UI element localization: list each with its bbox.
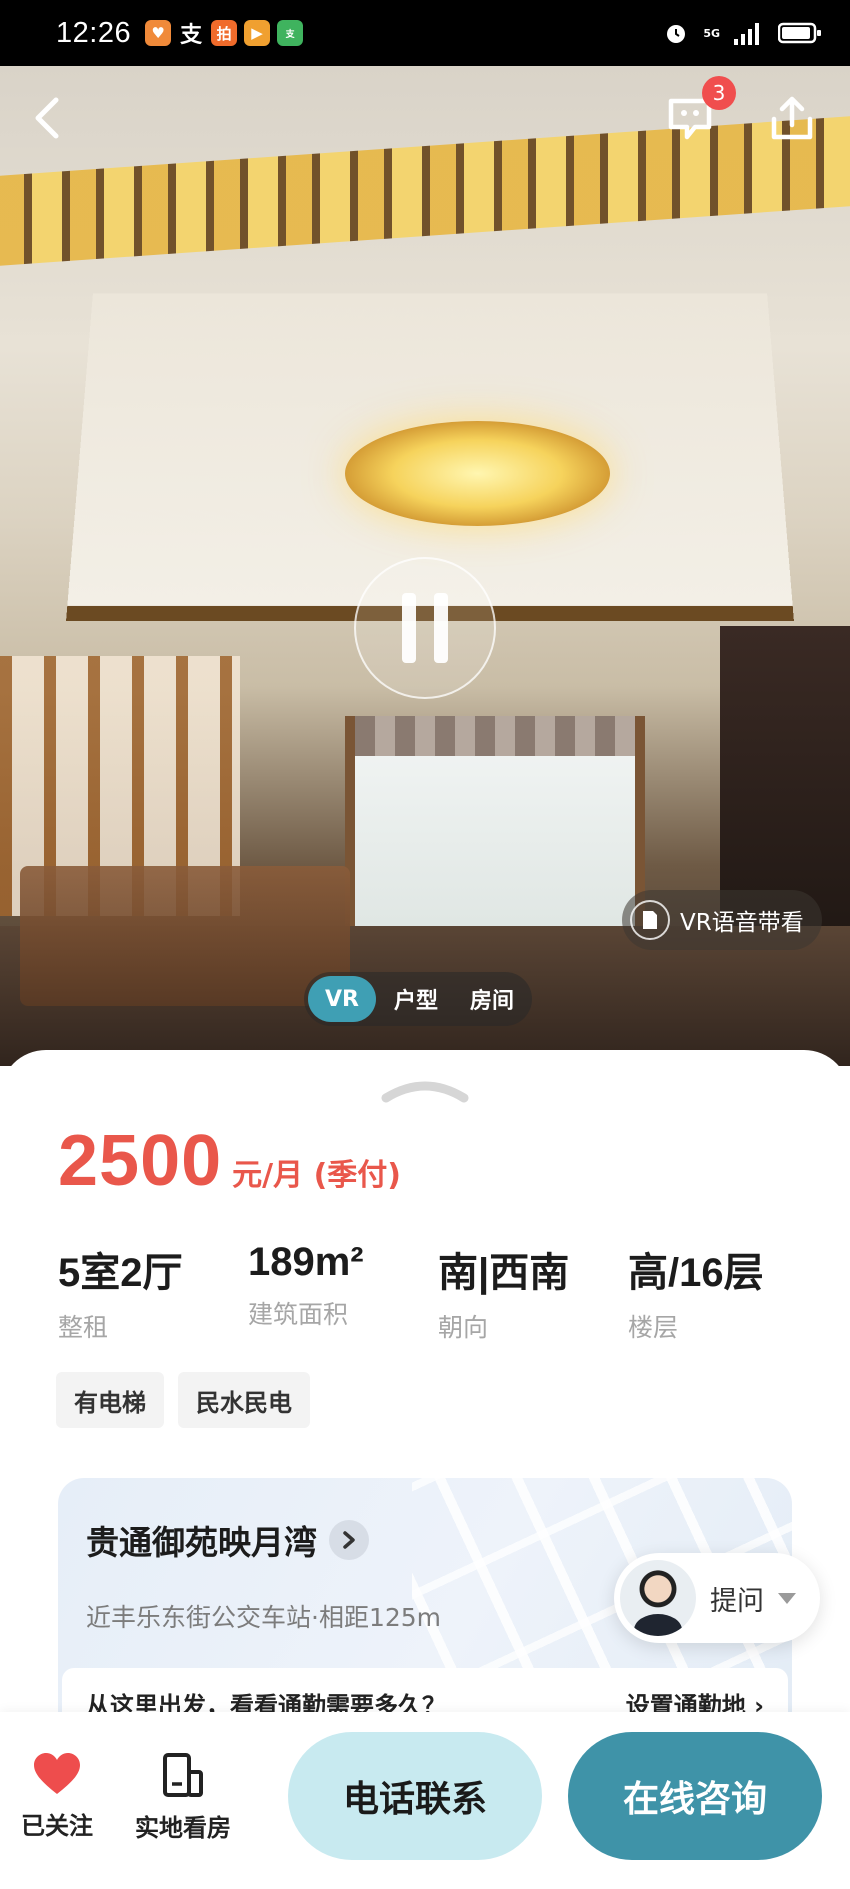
ceiling-decor — [0, 113, 850, 269]
community-name: 贵通御苑映月湾 — [86, 1523, 317, 1562]
tag-elevator: 有电梯 — [56, 1372, 164, 1428]
visit-label: 实地看房 — [135, 1814, 231, 1842]
stat-layout: 5室2厅 整租 — [58, 1240, 248, 1344]
book-icon — [630, 900, 670, 940]
follow-label: 已关注 — [21, 1812, 93, 1840]
ceiling-lamp — [345, 421, 610, 526]
ask-label: 提问 — [710, 1585, 764, 1617]
bottom-action-bar: 已关注 实地看房 电话联系 在线咨询 — [0, 1712, 850, 1889]
agent-ask-button[interactable]: 提问 — [614, 1553, 820, 1643]
tab-rooms[interactable]: 房间 — [456, 976, 528, 1022]
community-title[interactable]: 贵通御苑映月湾 — [86, 1516, 369, 1564]
notification-icons: ♥ 支 拍 ▶ 支 — [145, 20, 304, 48]
pause-button[interactable] — [354, 557, 496, 699]
chevron-left-icon — [35, 97, 59, 139]
feature-tags: 有电梯 民水民电 — [56, 1372, 310, 1428]
stat-value: 189m² — [248, 1240, 364, 1284]
drag-handle-icon[interactable] — [380, 1078, 470, 1104]
price-value: 2500 — [58, 1121, 223, 1201]
pause-bar — [434, 593, 448, 663]
price-unit: 元/月 (季付) — [232, 1158, 401, 1193]
battery-icon — [778, 22, 821, 44]
stat-value: 高/16层 — [628, 1251, 764, 1295]
online-consult-button[interactable]: 在线咨询 — [568, 1732, 822, 1860]
chevron-right-icon — [329, 1520, 369, 1560]
tab-floorplan[interactable]: 户型 — [380, 976, 452, 1022]
transit-info: 近丰乐东街公交车站·相距125m — [86, 1603, 442, 1632]
key-stats: 5室2厅 整租 189m² 建筑面积 南|西南 朝向 高/16层 楼层 — [58, 1240, 818, 1344]
vr-voice-guide-button[interactable]: VR语音带看 — [622, 890, 822, 950]
visit-button[interactable]: 实地看房 — [128, 1752, 238, 1843]
alarm-icon — [667, 25, 686, 43]
app-notification-icon: 拍 — [211, 20, 238, 46]
network-label: 5G — [703, 26, 720, 40]
follow-button[interactable]: 已关注 — [2, 1752, 112, 1841]
pause-bar — [402, 593, 416, 663]
view-mode-tabs: VR 户型 房间 — [304, 972, 533, 1026]
stat-area: 189m² 建筑面积 — [248, 1240, 438, 1344]
tab-vr[interactable]: VR — [308, 976, 376, 1022]
app-notification-icon: 支 — [277, 20, 304, 46]
stat-label: 建筑面积 — [248, 1300, 349, 1329]
app-notification-icon: ♥ — [145, 20, 172, 46]
stat-orientation: 南|西南 朝向 — [438, 1240, 628, 1344]
video-app-icon: ▶ — [244, 20, 271, 46]
agent-avatar — [620, 1560, 696, 1636]
stat-value: 南|西南 — [438, 1251, 570, 1295]
stat-label: 整租 — [58, 1313, 109, 1342]
share-button[interactable] — [762, 88, 822, 148]
message-badge: 3 — [702, 76, 736, 110]
signal-icon — [734, 23, 759, 45]
table — [20, 866, 350, 1006]
stat-label: 朝向 — [438, 1313, 489, 1342]
alipay-icon: 支 — [178, 20, 205, 48]
vr-guide-label: VR语音带看 — [680, 910, 804, 936]
call-button[interactable]: 电话联系 — [288, 1732, 542, 1860]
status-bar: 12:26 ♥ 支 拍 ▶ 支 5G — [0, 0, 850, 66]
message-button[interactable]: 3 — [660, 76, 736, 148]
stat-label: 楼层 — [628, 1313, 679, 1342]
status-time: 12:26 — [56, 16, 132, 49]
caret-down-icon — [778, 1592, 796, 1604]
back-button[interactable] — [18, 88, 78, 148]
share-icon — [771, 96, 813, 140]
heart-icon — [34, 1753, 80, 1794]
tag-utilities: 民水民电 — [178, 1372, 310, 1428]
building-icon — [163, 1753, 203, 1797]
price: 2500 元/月 (季付) — [58, 1120, 401, 1202]
stat-floor: 高/16层 楼层 — [628, 1240, 818, 1344]
stat-value: 5室2厅 — [58, 1251, 183, 1295]
window — [345, 716, 645, 946]
